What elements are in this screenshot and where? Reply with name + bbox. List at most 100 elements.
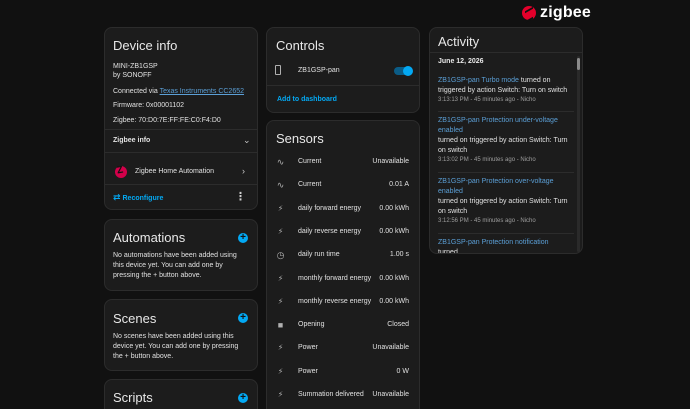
activity-entry-time: 3:12:56 PM - 45 minutes ago - Nicho [438, 218, 536, 224]
activity-entity-link[interactable]: ZB1GSP-pan Protection under-voltage enab… [438, 116, 570, 136]
zha-integration-icon [115, 166, 127, 178]
flash-icon: ⚡ [277, 226, 284, 236]
sensor-row[interactable]: ⚡ Summation delivered Unavailable [267, 384, 419, 407]
activity-entry-headline: ZB1GSP-pan Turbo mode turned on [438, 76, 570, 86]
integration-link[interactable]: Zigbee Home Automation [135, 168, 214, 175]
divider [438, 233, 574, 234]
connected-via-label: Connected via [113, 88, 160, 95]
activity-entry: ZB1GSP-pan Protection notification turne… [438, 238, 570, 254]
automations-title: Automations [113, 230, 186, 245]
activity-entry-detail: turned on triggered by action Switch: Tu… [438, 198, 568, 215]
sensor-value: Closed [387, 321, 409, 329]
zigbee-info-expander[interactable]: Zigbee info [113, 137, 150, 144]
sensor-row[interactable]: ■ Opening Closed [267, 314, 419, 337]
sensor-row[interactable]: ⚡ monthly reverse energy 0.00 kWh [267, 291, 419, 314]
sensor-name: monthly reverse energy [298, 297, 372, 305]
add-to-dashboard-button[interactable]: Add to dashboard [277, 96, 337, 103]
activity-entry: ZB1GSP-pan Protection over-voltage enabl… [438, 177, 570, 226]
activity-scrollbar[interactable] [577, 56, 580, 252]
sensor-name: Power [298, 344, 318, 352]
flash-icon: ⚡ [277, 296, 284, 306]
sensor-name: Summation delivered [298, 391, 364, 398]
scenes-title: Scenes [113, 311, 157, 326]
sensor-name: Power [298, 367, 318, 375]
zigbee-logo-text: zigbee [540, 4, 591, 21]
sensor-name: daily forward energy [298, 204, 362, 212]
entity-toggle[interactable] [394, 66, 413, 76]
activity-entry-time: 3:13:13 PM - 45 minutes ago - Nicho [438, 97, 536, 103]
add-script-icon[interactable]: + [238, 393, 248, 403]
activity-entry-time: 3:13:02 PM - 45 minutes ago - Nicho [438, 157, 536, 163]
flash-icon: ⚡ [277, 366, 284, 376]
current-icon: ∿ [276, 180, 285, 191]
timer-icon: ◷ [276, 250, 285, 261]
activity-entry-detail: turned on triggered by action Switch: Tu… [438, 137, 568, 154]
activity-entity-link[interactable]: ZB1GSP-pan Turbo mode [438, 77, 519, 84]
control-entity-name[interactable]: ZB1GSP-pan [298, 67, 340, 74]
sensor-value: Unavailable [372, 391, 409, 398]
sensor-value: 0.00 kWh [379, 227, 409, 235]
sensor-row[interactable]: ⚡ Power Unavailable [267, 337, 419, 360]
sensor-value: 0.00 kWh [379, 274, 409, 282]
controls-title: Controls [276, 38, 325, 53]
zigbee-ieee: Zigbee: 70:D0:7E:FF:FE:C0:F4:D0 [113, 117, 221, 124]
activity-entity-link[interactable]: ZB1GSP-pan Protection notification [438, 239, 549, 246]
flash-icon: ⚡ [277, 343, 284, 353]
sensor-row[interactable]: ⚡ monthly forward energy 0.00 kWh [267, 268, 419, 291]
chevron-down-icon[interactable]: ⌄ [243, 135, 251, 146]
device-model: MINI-ZB1GSP [113, 63, 158, 70]
connected-via: Connected via Texas Instruments CC2652 [113, 88, 244, 95]
flash-icon: ⚡ [277, 203, 284, 213]
add-automation-icon[interactable]: + [238, 233, 248, 243]
divider [438, 111, 574, 112]
activity-card: Activity June 12, 2026 ZB1GSP-pan Turbo … [429, 27, 583, 254]
activity-entry-detail: triggered by action Switch: Turn on swit… [438, 87, 568, 94]
activity-entry: ZB1GSP-pan Turbo mode turned on triggere… [438, 76, 570, 105]
sensors-title: Sensors [276, 131, 324, 146]
scenes-empty-text: No scenes have been added using this dev… [113, 333, 239, 360]
sensor-row[interactable]: ∿ Current 0.01 A [267, 174, 419, 197]
sensor-row[interactable]: ⚡ Power 0 W [267, 361, 419, 384]
activity-entry-headline: ZB1GSP-pan Protection notification turne… [438, 238, 570, 254]
automations-card: Automations + No automations have been a… [104, 219, 258, 291]
sensor-name: daily run time [298, 251, 340, 259]
reconfigure-button[interactable]: ⇄ Reconfigure [113, 192, 163, 203]
flash-icon: ⚡ [277, 390, 284, 399]
scenes-card: Scenes + No scenes have been added using… [104, 299, 258, 371]
activity-entry-state: turned on [518, 77, 551, 84]
sensor-row[interactable]: ⚡ daily reverse energy 0.00 kWh [267, 221, 419, 244]
sensor-row[interactable]: ∿ Current Unavailable [267, 151, 419, 174]
firmware-version: Firmware: 0x00001102 [113, 102, 185, 109]
sensor-row[interactable]: ◷ daily run time 1.00 s [267, 244, 419, 267]
reconfigure-icon: ⇄ [113, 192, 121, 202]
device-info-title: Device info [113, 38, 178, 53]
activity-scrollbar-thumb[interactable] [577, 58, 580, 70]
sensor-name: daily reverse energy [298, 227, 362, 235]
chevron-right-icon[interactable]: › [242, 166, 245, 176]
automations-empty-text: No automations have been added using thi… [113, 252, 237, 279]
activity-entity-link[interactable]: ZB1GSP-pan Protection over-voltage enabl… [438, 177, 570, 197]
activity-title: Activity [438, 34, 480, 49]
divider [105, 184, 257, 185]
activity-date: June 12, 2026 [438, 58, 484, 65]
more-options-icon[interactable]: ⋮ [235, 190, 246, 203]
switch-icon [275, 65, 281, 75]
sensor-value: Unavailable [372, 158, 409, 165]
zigbee-logo: zigbee [522, 4, 591, 22]
divider [438, 172, 574, 173]
divider [430, 52, 582, 53]
reconfigure-label: Reconfigure [122, 195, 164, 202]
zigbee-logo-icon [522, 6, 536, 20]
coordinator-link[interactable]: Texas Instruments CC2652 [160, 88, 244, 95]
sensors-card: Sensors ∿ Current Unavailable ∿ Current 0.01 … [266, 120, 420, 409]
divider [267, 85, 419, 86]
scripts-card: Scripts + [104, 379, 258, 409]
sensor-row[interactable]: ⚡ daily forward energy 0.00 kWh [267, 198, 419, 221]
activity-entry-state: turned [438, 249, 458, 254]
activity-entry: ZB1GSP-pan Protection under-voltage enab… [438, 116, 570, 165]
sensor-name: Current [298, 158, 322, 165]
add-scene-icon[interactable]: + [238, 313, 248, 323]
device-manufacturer: by SONOFF [113, 72, 152, 79]
current-icon: ∿ [276, 157, 285, 167]
sensor-name: Current [298, 181, 322, 189]
